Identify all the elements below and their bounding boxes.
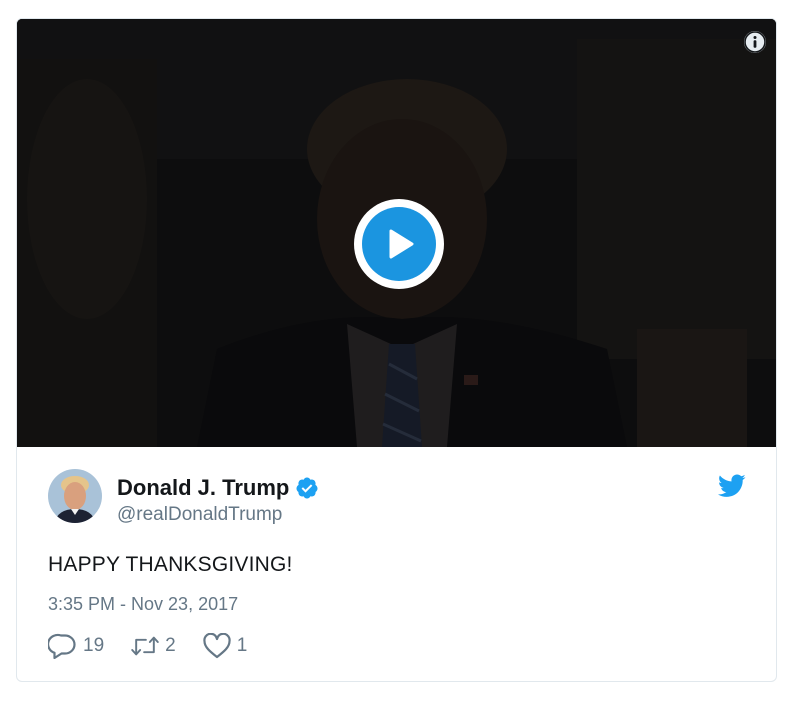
reply-button[interactable]: 19 [48,633,104,659]
play-button[interactable] [354,199,444,289]
retweet-button[interactable]: 2 [130,633,176,659]
avatar[interactable] [48,469,102,523]
retweet-count: 2 [165,635,176,656]
heart-icon [203,633,231,659]
avatar-image [48,469,102,523]
reply-icon [48,633,76,659]
reply-count: 19 [83,635,105,656]
tweet-timestamp[interactable]: 3:35 PM - Nov 23, 2017 [48,594,238,615]
tweet-body: Donald J. Trump @realDonaldTrump HAPPY T… [17,447,776,681]
tweet-actions: 19 2 1 [48,633,273,659]
info-button[interactable] [744,31,766,53]
author-row: Donald J. Trump [117,475,319,501]
video-player[interactable] [17,19,776,447]
twitter-bird-icon[interactable] [718,474,746,498]
retweet-icon [131,636,159,656]
verified-badge-icon [296,477,318,499]
like-count: 1 [236,635,248,656]
author-handle[interactable]: @realDonaldTrump [117,504,282,526]
info-icon [744,31,766,53]
play-button-circle [362,207,436,281]
author-name[interactable]: Donald J. Trump [117,475,289,501]
play-icon [389,229,414,259]
tweet-card: Donald J. Trump @realDonaldTrump HAPPY T… [16,18,777,682]
tweet-text: HAPPY THANKSGIVING! [48,553,293,576]
like-button[interactable]: 1 [202,633,248,659]
